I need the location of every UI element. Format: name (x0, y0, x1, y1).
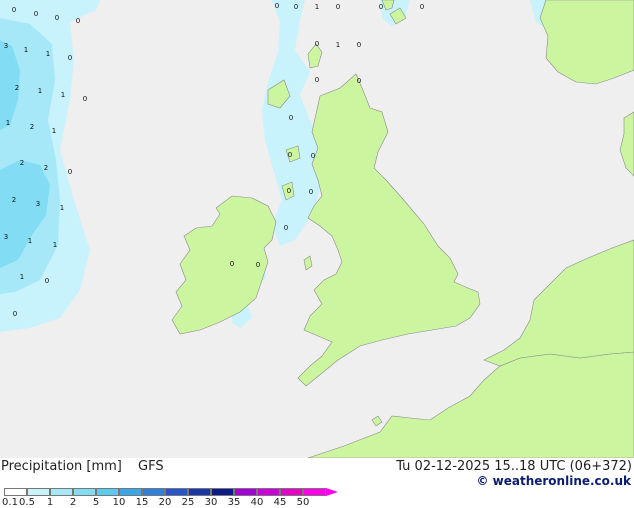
precip-value-label: 3 (4, 42, 8, 50)
precip-value-label: 1 (53, 241, 57, 249)
precip-value-label: 1 (28, 237, 32, 245)
legend-swatch (4, 488, 27, 496)
legend-swatch (27, 488, 50, 496)
precip-value-label: 2 (44, 164, 48, 172)
legend-swatch (119, 488, 142, 496)
precip-value-label: 0 (55, 14, 59, 22)
precip-value-label: 0 (420, 3, 424, 11)
precip-value-label: 1 (24, 46, 28, 54)
legend-tick: 35 (227, 497, 241, 508)
precip-value-label: 2 (30, 123, 34, 131)
map-footer: Precipitation [mm] GFS Tu 02-12-2025 15.… (0, 458, 634, 508)
legend-swatch (257, 488, 280, 496)
legend-tick: 5 (92, 497, 100, 508)
precip-value-label: 1 (38, 87, 42, 95)
precip-value-label: 1 (46, 50, 50, 58)
legend-tick: 30 (204, 497, 218, 508)
legend-tick: 45 (273, 497, 287, 508)
precip-value-label: 0 (315, 40, 319, 48)
legend-swatch (303, 488, 326, 496)
precip-value-label: 1 (336, 41, 340, 49)
precip-value-label: 0 (357, 41, 361, 49)
precip-value-label: 0 (294, 3, 298, 11)
precip-value-label: 1 (52, 127, 56, 135)
legend-tick: 40 (250, 497, 264, 508)
forecast-datetime: Tu 02-12-2025 15..18 UTC (06+372) (396, 459, 632, 474)
precip-value-label: 1 (315, 3, 319, 11)
legend-swatch (211, 488, 234, 496)
legend-tick: 50 (296, 497, 310, 508)
legend-tick: 20 (158, 497, 172, 508)
precip-value-label: 0 (256, 261, 260, 269)
precip-value-label: 0 (315, 76, 319, 84)
model-name: GFS (138, 459, 164, 474)
legend-swatch (142, 488, 165, 496)
precip-value-label: 3 (4, 233, 8, 241)
precip-value-label: 0 (83, 95, 87, 103)
precip-value-label: 0 (289, 114, 293, 122)
precip-value-label: 0 (68, 54, 72, 62)
legend-tick: 10 (112, 497, 126, 508)
precip-value-label: 0 (309, 188, 313, 196)
precip-value-label: 0 (288, 151, 292, 159)
precip-value-label: 0 (357, 77, 361, 85)
precip-value-label: 0 (76, 17, 80, 25)
precip-value-label: 0 (284, 224, 288, 232)
precip-value-label: 0 (275, 2, 279, 10)
legend-tick: 15 (135, 497, 149, 508)
legend-tick: 1 (46, 497, 54, 508)
precip-value-label: 0 (287, 187, 291, 195)
legend-arrow (326, 488, 338, 496)
precip-value-label: 0 (311, 152, 315, 160)
legend-tick: 0.5 (19, 497, 35, 508)
precip-value-label: 0 (379, 3, 383, 11)
precip-value-label: 0 (68, 168, 72, 176)
legend-swatch (165, 488, 188, 496)
credit-link[interactable]: © weatheronline.co.uk (476, 474, 631, 488)
legend-swatch (234, 488, 257, 496)
legend-tick: 25 (181, 497, 195, 508)
legend-swatch (188, 488, 211, 496)
precip-value-label: 2 (20, 159, 24, 167)
precip-value-label: 1 (60, 204, 64, 212)
precip-value-label: 1 (61, 91, 65, 99)
precip-value-label: 0 (34, 10, 38, 18)
legend-tick: 0.1 (2, 497, 18, 508)
precipitation-map: 0 0 0 0 0 0 1 0 0 0 3 1 1 0 0 1 0 0 0 2 1 1 0 0 1 2 1 0 0 2 2 0 0 0 2 3 1 0 3 1… (0, 0, 634, 458)
legend-swatch (50, 488, 73, 496)
precip-value-label: 3 (36, 200, 40, 208)
precip-value-label: 1 (6, 119, 10, 127)
precip-value-label: 2 (12, 196, 16, 204)
precip-value-label: 0 (12, 6, 16, 14)
legend-swatch (96, 488, 119, 496)
precip-value-label: 2 (15, 84, 19, 92)
precip-value-label: 0 (45, 277, 49, 285)
legend-swatch (280, 488, 303, 496)
precip-value-label: 1 (20, 273, 24, 281)
legend-tick: 2 (69, 497, 77, 508)
precip-value-label: 0 (13, 310, 17, 318)
precip-value-label: 0 (230, 260, 234, 268)
precip-value-label: 0 (336, 3, 340, 11)
legend-swatch (73, 488, 96, 496)
map-title: Precipitation [mm] (1, 459, 122, 474)
